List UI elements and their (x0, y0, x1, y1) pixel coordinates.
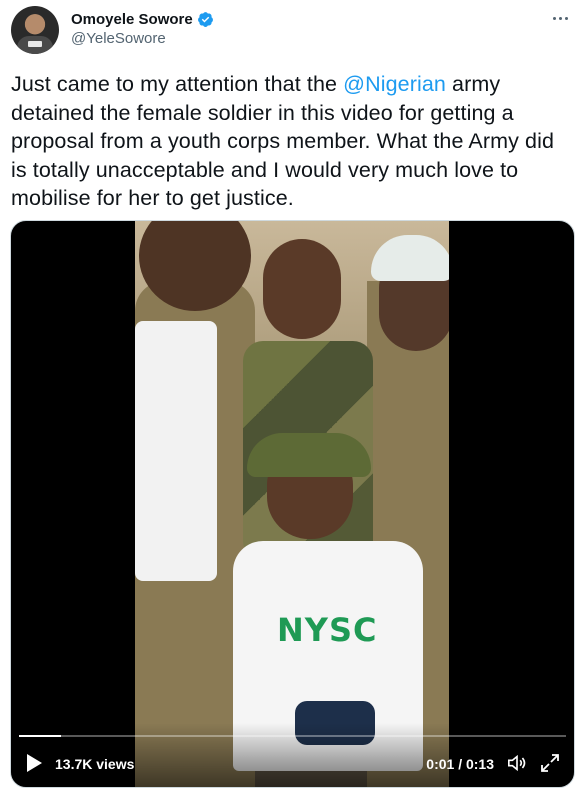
video-player[interactable]: NYSC 13.7K views 0:01 / 0:13 (10, 220, 575, 788)
volume-icon[interactable] (506, 753, 528, 773)
verified-badge-icon (197, 12, 213, 27)
name-row: Omoyele Sowore (71, 11, 214, 28)
video-frame: NYSC (135, 221, 449, 787)
video-person (263, 239, 341, 339)
avatar[interactable] (11, 6, 59, 54)
mention-link[interactable]: @Nigerian (343, 72, 446, 96)
tweet-text: Just came to my attention that the @Nige… (11, 70, 571, 213)
fullscreen-icon[interactable] (540, 753, 560, 773)
video-progress-fill (19, 735, 62, 737)
video-person (135, 321, 217, 581)
shirt-text: NYSC (277, 611, 378, 649)
video-person (247, 433, 371, 477)
tweet-text-part: Just came to my attention that the (11, 72, 344, 96)
video-person (371, 235, 449, 281)
video-progress-bar[interactable] (19, 735, 566, 737)
video-time: 0:01 / 0:13 (426, 756, 494, 772)
video-controls: 13.7K views 0:01 / 0:13 (11, 723, 574, 787)
handle[interactable]: @YeleSowore (71, 30, 166, 47)
tweet-header: Omoyele Sowore @YeleSowore (11, 6, 573, 56)
more-icon[interactable] (549, 8, 571, 28)
display-name[interactable]: Omoyele Sowore (71, 11, 193, 28)
view-count: 13.7K views (55, 756, 135, 772)
play-icon[interactable] (25, 753, 43, 773)
